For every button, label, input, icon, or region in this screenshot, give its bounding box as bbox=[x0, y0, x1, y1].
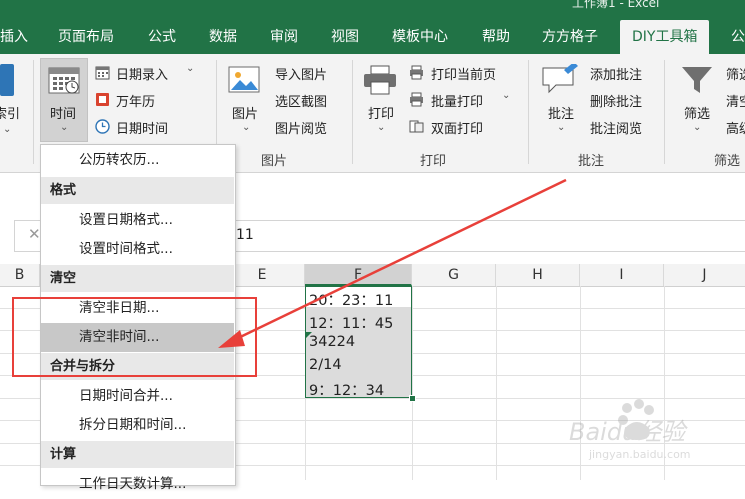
watermark-brand: Baidu经验 bbox=[569, 418, 688, 446]
watermark-url: jingyan.baidu.com bbox=[588, 448, 691, 461]
baidu-jingyan-watermark: Baidu经验 jingyan.baidu.com bbox=[569, 399, 691, 461]
